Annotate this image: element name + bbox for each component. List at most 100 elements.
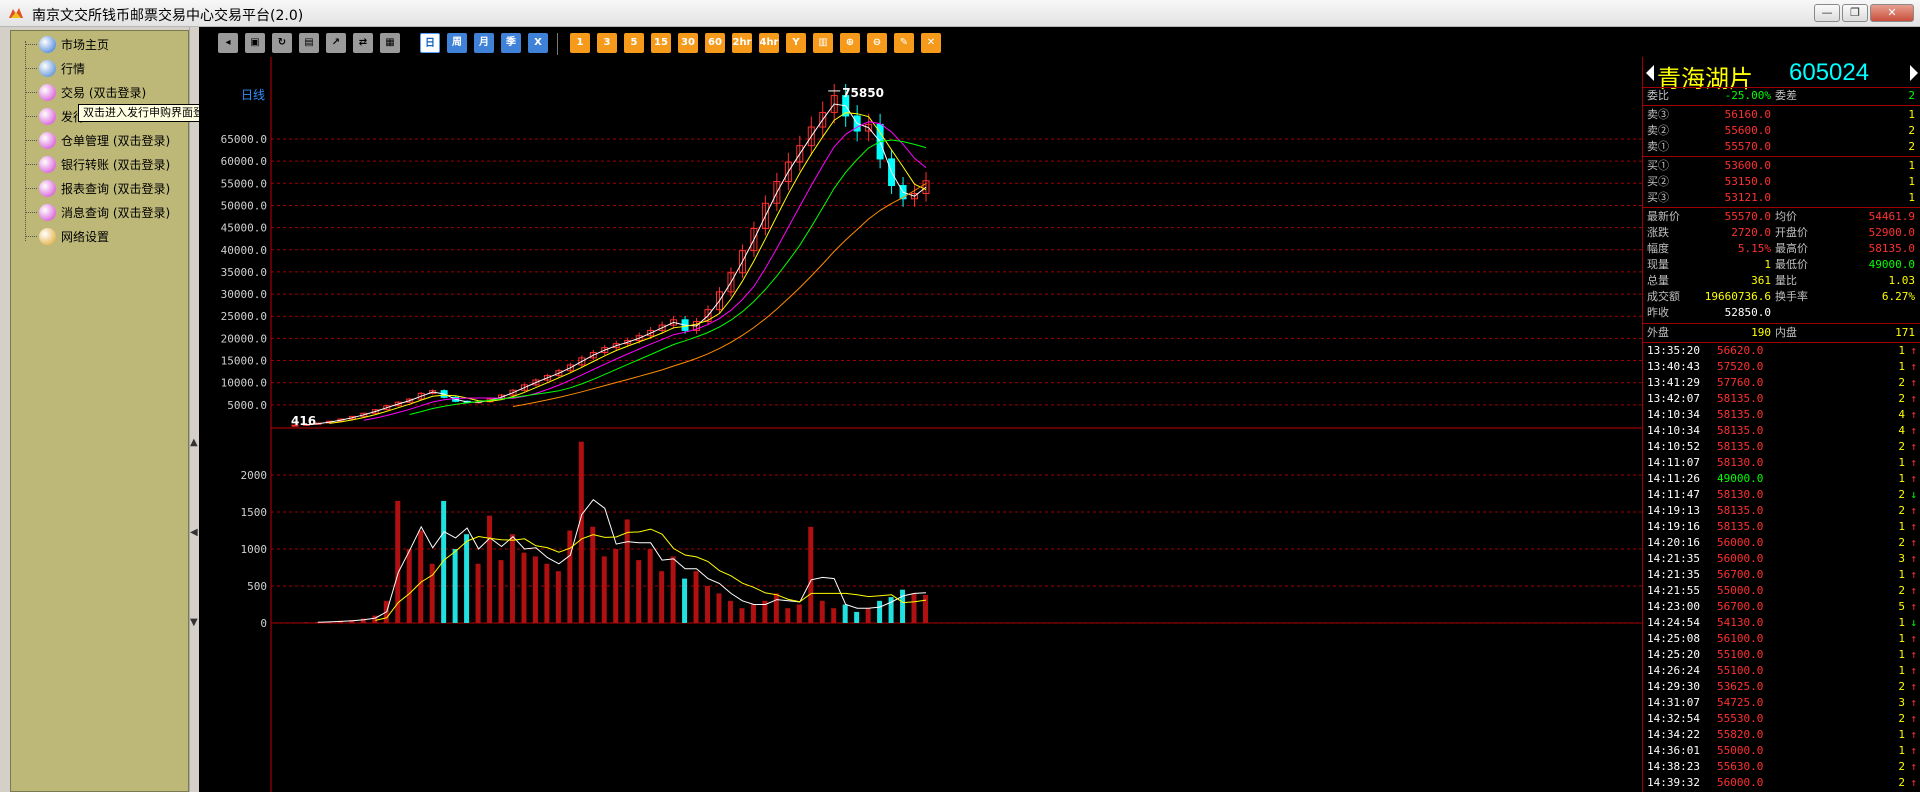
sidebar-item[interactable]: 交易 (双击登录) (25, 81, 146, 103)
stat-label: 均价 (1775, 210, 1797, 223)
splitter-arrow-up-icon[interactable]: ▲ (190, 437, 198, 448)
minute-button[interactable]: 4hr (759, 33, 779, 53)
volume-bar (670, 556, 676, 623)
cube-icon[interactable]: ▣ (245, 33, 265, 53)
tick-volume: 2 (1898, 760, 1905, 773)
tick-volume: 1 (1898, 744, 1905, 757)
tick-price: 58135.0 (1717, 424, 1764, 437)
minute-button[interactable]: 1 (570, 33, 590, 53)
period-button[interactable]: X (528, 33, 548, 53)
splitter-collapse-icon[interactable]: ◀ (190, 527, 198, 538)
tick-time: 14:21:35 (1647, 552, 1700, 565)
back-icon[interactable]: ◂ (218, 33, 238, 53)
weicha-value: 2 (1908, 89, 1915, 102)
period-button[interactable]: 月 (474, 33, 494, 53)
period-button[interactable]: 季 (501, 33, 521, 53)
volume-bar (831, 608, 837, 623)
sidebar-item[interactable]: 市场主页 (25, 33, 109, 55)
tick-direction-icon: ↑ (1910, 696, 1917, 709)
tick-direction-icon: ↑ (1910, 392, 1917, 405)
sidebar-item-label: 市场主页 (61, 37, 110, 52)
period-button[interactable]: 日 (420, 33, 440, 53)
sidebar-item[interactable]: 银行转账 (双击登录) (25, 153, 170, 175)
stat-row: 现量 1 最低价 49000.0 (1643, 257, 1920, 273)
minimize-button[interactable]: — (1814, 4, 1840, 22)
formula-icon[interactable]: Y (786, 33, 806, 53)
tick-volume: 2 (1898, 488, 1905, 501)
tick-time: 14:21:35 (1647, 568, 1700, 581)
tick-volume: 3 (1898, 552, 1905, 565)
tick-row: 14:34:22 55820.0 1 ↑ (1643, 727, 1920, 743)
sidebar-item[interactable]: 发行 (25, 105, 85, 127)
volume-bar (900, 589, 906, 623)
splitter-arrow-down-icon[interactable]: ▼ (190, 617, 198, 628)
calendar-icon[interactable]: ▥ (813, 33, 833, 53)
period-button[interactable]: 周 (447, 33, 467, 53)
minute-button[interactable]: 60 (705, 33, 725, 53)
tick-price: 55530.0 (1717, 712, 1764, 725)
tick-direction-icon: ↑ (1910, 520, 1917, 533)
volume-bar (395, 500, 401, 623)
close-button[interactable]: ✕ (1870, 4, 1914, 22)
tick-price: 55630.0 (1717, 760, 1764, 773)
minute-button[interactable]: 5 (624, 33, 644, 53)
volume-bar (406, 549, 412, 623)
clipboard-icon[interactable]: ▤ (299, 33, 319, 53)
bid-price: 53121.0 (1724, 191, 1771, 204)
tick-volume: 2 (1898, 776, 1905, 789)
tick-price: 53625.0 (1717, 680, 1764, 693)
tick-price: 49000.0 (1717, 472, 1764, 485)
sidebar-item[interactable]: 报表查询 (双击登录) (25, 177, 170, 199)
tick-volume: 5 (1898, 600, 1905, 613)
sidebar-item[interactable]: 仓单管理 (双击登录) (25, 129, 170, 151)
bid-volume: 1 (1908, 175, 1915, 188)
volume-bar (498, 560, 504, 623)
tick-direction-icon: ↑ (1910, 408, 1917, 421)
table-icon[interactable]: ▦ (380, 33, 400, 53)
tick-time: 14:10:34 (1647, 408, 1700, 421)
tick-volume: 1 (1898, 616, 1905, 629)
compare-icon[interactable]: ⇄ (353, 33, 373, 53)
tick-time: 14:29:30 (1647, 680, 1700, 693)
zoom-out-icon[interactable]: ⊖ (867, 33, 887, 53)
tick-direction-icon: ↑ (1910, 424, 1917, 437)
volume-bar (441, 500, 447, 623)
volume-bar (785, 608, 791, 623)
next-stock-icon[interactable] (1910, 65, 1918, 81)
maximize-button[interactable]: ❐ (1842, 4, 1868, 22)
stat-row: 总量 361 量比 1.03 (1643, 273, 1920, 289)
quote-divider (1643, 323, 1920, 324)
tick-volume: 4 (1898, 408, 1905, 421)
line-chart-icon[interactable]: ↗ (326, 33, 346, 53)
panel-splitter[interactable]: ▲ ◀ ▼ (189, 27, 198, 792)
stat-label: 最低价 (1775, 258, 1808, 271)
minute-button[interactable]: 2hr (732, 33, 752, 53)
minute-button[interactable]: 30 (678, 33, 698, 53)
tick-price: 55100.0 (1717, 648, 1764, 661)
sidebar-item[interactable]: 行情 (25, 57, 85, 79)
chart-area[interactable]: 65000.0 60000.0 55000.0 50000.0 45000.0 40000… (199, 57, 1642, 792)
zoom-in-icon[interactable]: ⊕ (840, 33, 860, 53)
settings-icon[interactable]: ✕ (921, 33, 941, 53)
low-price-label: 416 (291, 414, 316, 428)
minute-button[interactable]: 15 (651, 33, 671, 53)
quote-divider (1643, 207, 1920, 208)
minute-button[interactable]: 3 (597, 33, 617, 53)
sidebar-item[interactable]: 网络设置 (25, 225, 109, 247)
sidebar-item[interactable]: 消息查询 (双击登录) (25, 201, 170, 223)
volume-bar (819, 600, 825, 623)
tick-price: 56000.0 (1717, 536, 1764, 549)
stat-value: 54461.9 (1868, 210, 1915, 223)
refresh-icon[interactable]: ↻ (272, 33, 292, 53)
stat-value: 52850.0 (1724, 306, 1771, 319)
bid-price: 53150.0 (1724, 175, 1771, 188)
tick-row: 13:42:07 58135.0 2 ↑ (1643, 391, 1920, 407)
draw-icon[interactable]: ✎ (894, 33, 914, 53)
volume-bar (601, 556, 607, 623)
volume-bar (509, 534, 515, 623)
prev-stock-icon[interactable] (1646, 65, 1654, 81)
toolbar-separator (557, 33, 558, 55)
tick-volume: 1 (1898, 664, 1905, 677)
tick-direction-icon: ↑ (1910, 536, 1917, 549)
price-tick-label: 50000.0 (221, 199, 267, 212)
